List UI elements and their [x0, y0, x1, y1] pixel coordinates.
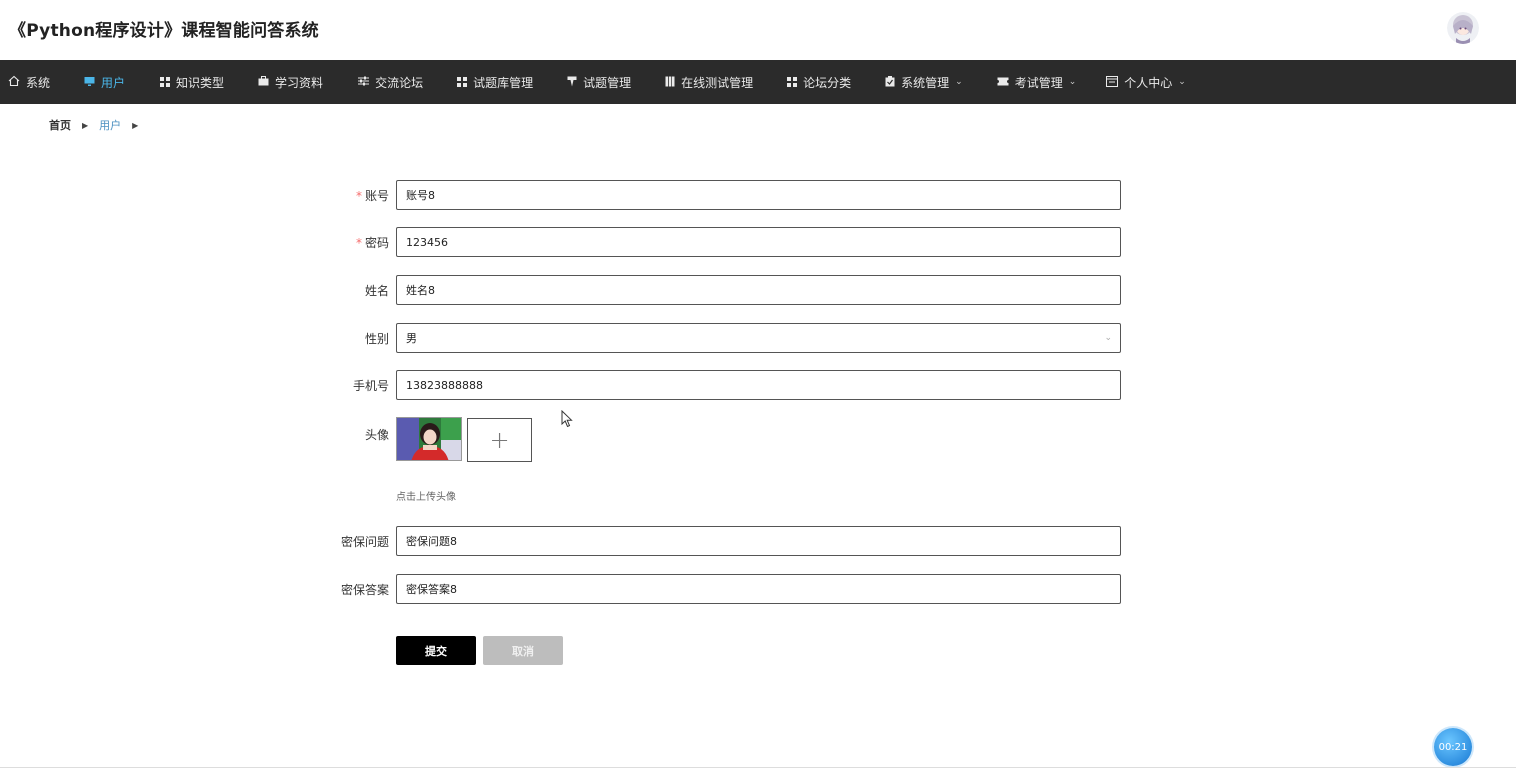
account-field[interactable]: 账号8: [396, 180, 1121, 210]
nav-item-forum[interactable]: 交流论坛: [358, 60, 423, 104]
grid-icon: [160, 77, 171, 87]
gender-label: 性别: [364, 332, 389, 346]
chevron-down-icon: ⌄: [955, 77, 963, 87]
avatar-upload-button[interactable]: +: [467, 418, 532, 462]
timer-badge[interactable]: 00:21: [1434, 728, 1472, 766]
gender-value: 男: [406, 332, 417, 345]
avatar-thumbnail[interactable]: [396, 417, 462, 461]
nav-label: 试题管理: [583, 75, 632, 90]
nav-label: 学习资料: [275, 75, 324, 90]
nav-label: 知识类型: [176, 75, 225, 90]
security-answer-label: 密保答案: [340, 583, 389, 597]
nav-label: 交流论坛: [375, 75, 424, 90]
chevron-right-icon: ▶: [82, 120, 89, 130]
nav-item-system-manage[interactable]: 系统管理 ⌄: [885, 60, 963, 104]
password-label-text: 密码: [364, 236, 389, 250]
chevron-right-icon: ▶: [132, 120, 139, 130]
filter-icon: [567, 76, 577, 89]
required-mark: *: [355, 189, 362, 203]
nav-label: 系统管理: [901, 75, 950, 90]
home-icon: [8, 75, 20, 89]
phone-label: 手机号: [352, 379, 389, 393]
grid-icon: [457, 77, 468, 87]
security-answer-field[interactable]: 密保答案8: [396, 574, 1121, 604]
name-label: 姓名: [364, 284, 389, 298]
user-avatar[interactable]: [1447, 12, 1479, 44]
nav-label: 考试管理: [1014, 75, 1063, 90]
account-label: * 账号: [356, 187, 389, 204]
cancel-button[interactable]: 取消: [483, 636, 563, 665]
breadcrumb-home[interactable]: 首页: [49, 117, 71, 133]
nav-label: 在线测试管理: [681, 75, 754, 90]
chevron-down-icon: ⌄: [1068, 77, 1077, 87]
nav-label: 个人中心: [1124, 75, 1173, 90]
breadcrumb-current: 用户: [99, 119, 122, 132]
nav-item-system[interactable]: 系统: [8, 60, 50, 104]
nav-item-exam-manage[interactable]: 考试管理 ⌄: [997, 60, 1077, 104]
main-nav: 系统 用户 知识类型 学习资料 交流论坛 试题库管理 试题管理 在线测试管理 论…: [0, 60, 1516, 104]
submit-button[interactable]: 提交: [396, 636, 476, 665]
avatar-label: 头像: [364, 428, 389, 442]
nav-item-knowledge-type[interactable]: 知识类型: [160, 60, 224, 104]
monitor-icon: [84, 76, 95, 89]
nav-label: 系统: [26, 75, 51, 90]
phone-field[interactable]: 13823888888: [396, 370, 1121, 400]
top-header: 《Python程序设计》课程智能问答系统: [0, 0, 1516, 60]
sliders-icon: [358, 76, 370, 88]
nav-item-study-material[interactable]: 学习资料: [258, 60, 323, 104]
plus-icon: +: [489, 426, 510, 454]
account-label-text: 账号: [364, 189, 389, 203]
clipboard-icon: [885, 75, 895, 89]
security-question-field[interactable]: 密保问题8: [396, 526, 1121, 556]
nav-item-forum-category[interactable]: 论坛分类: [787, 60, 851, 104]
briefcase-icon: [258, 76, 269, 88]
grid-icon: [787, 77, 798, 87]
chevron-down-icon: ⌄: [1178, 77, 1186, 87]
nav-label: 论坛分类: [803, 75, 852, 90]
window-icon: [1106, 75, 1119, 89]
site-title: 《Python程序设计》课程智能问答系统: [9, 21, 319, 41]
breadcrumb: 首页 ▶ 用户 ▶: [49, 117, 149, 133]
nav-item-user[interactable]: 用户: [84, 60, 125, 104]
chevron-down-icon: ⌄: [1104, 333, 1112, 343]
bottom-divider: [0, 767, 1516, 768]
nav-label: 试题库管理: [473, 75, 534, 90]
nav-label: 用户: [101, 75, 126, 90]
ticket-icon: [997, 77, 1009, 88]
nav-item-question-bank[interactable]: 试题库管理: [457, 60, 533, 104]
password-field[interactable]: 123456: [396, 227, 1121, 257]
name-field[interactable]: 姓名8: [396, 275, 1121, 305]
mouse-cursor-icon: [561, 409, 573, 428]
columns-icon: [665, 76, 675, 89]
nav-item-online-test[interactable]: 在线测试管理: [665, 60, 753, 104]
nav-item-question-manage[interactable]: 试题管理: [567, 60, 631, 104]
required-mark: *: [355, 236, 362, 250]
security-question-label: 密保问题: [340, 535, 389, 549]
password-label: * 密码: [356, 234, 389, 251]
nav-item-personal-center[interactable]: 个人中心 ⌄: [1106, 60, 1186, 104]
gender-select[interactable]: 男 ⌄: [396, 323, 1121, 353]
avatar-upload-tip: 点击上传头像: [396, 492, 456, 503]
